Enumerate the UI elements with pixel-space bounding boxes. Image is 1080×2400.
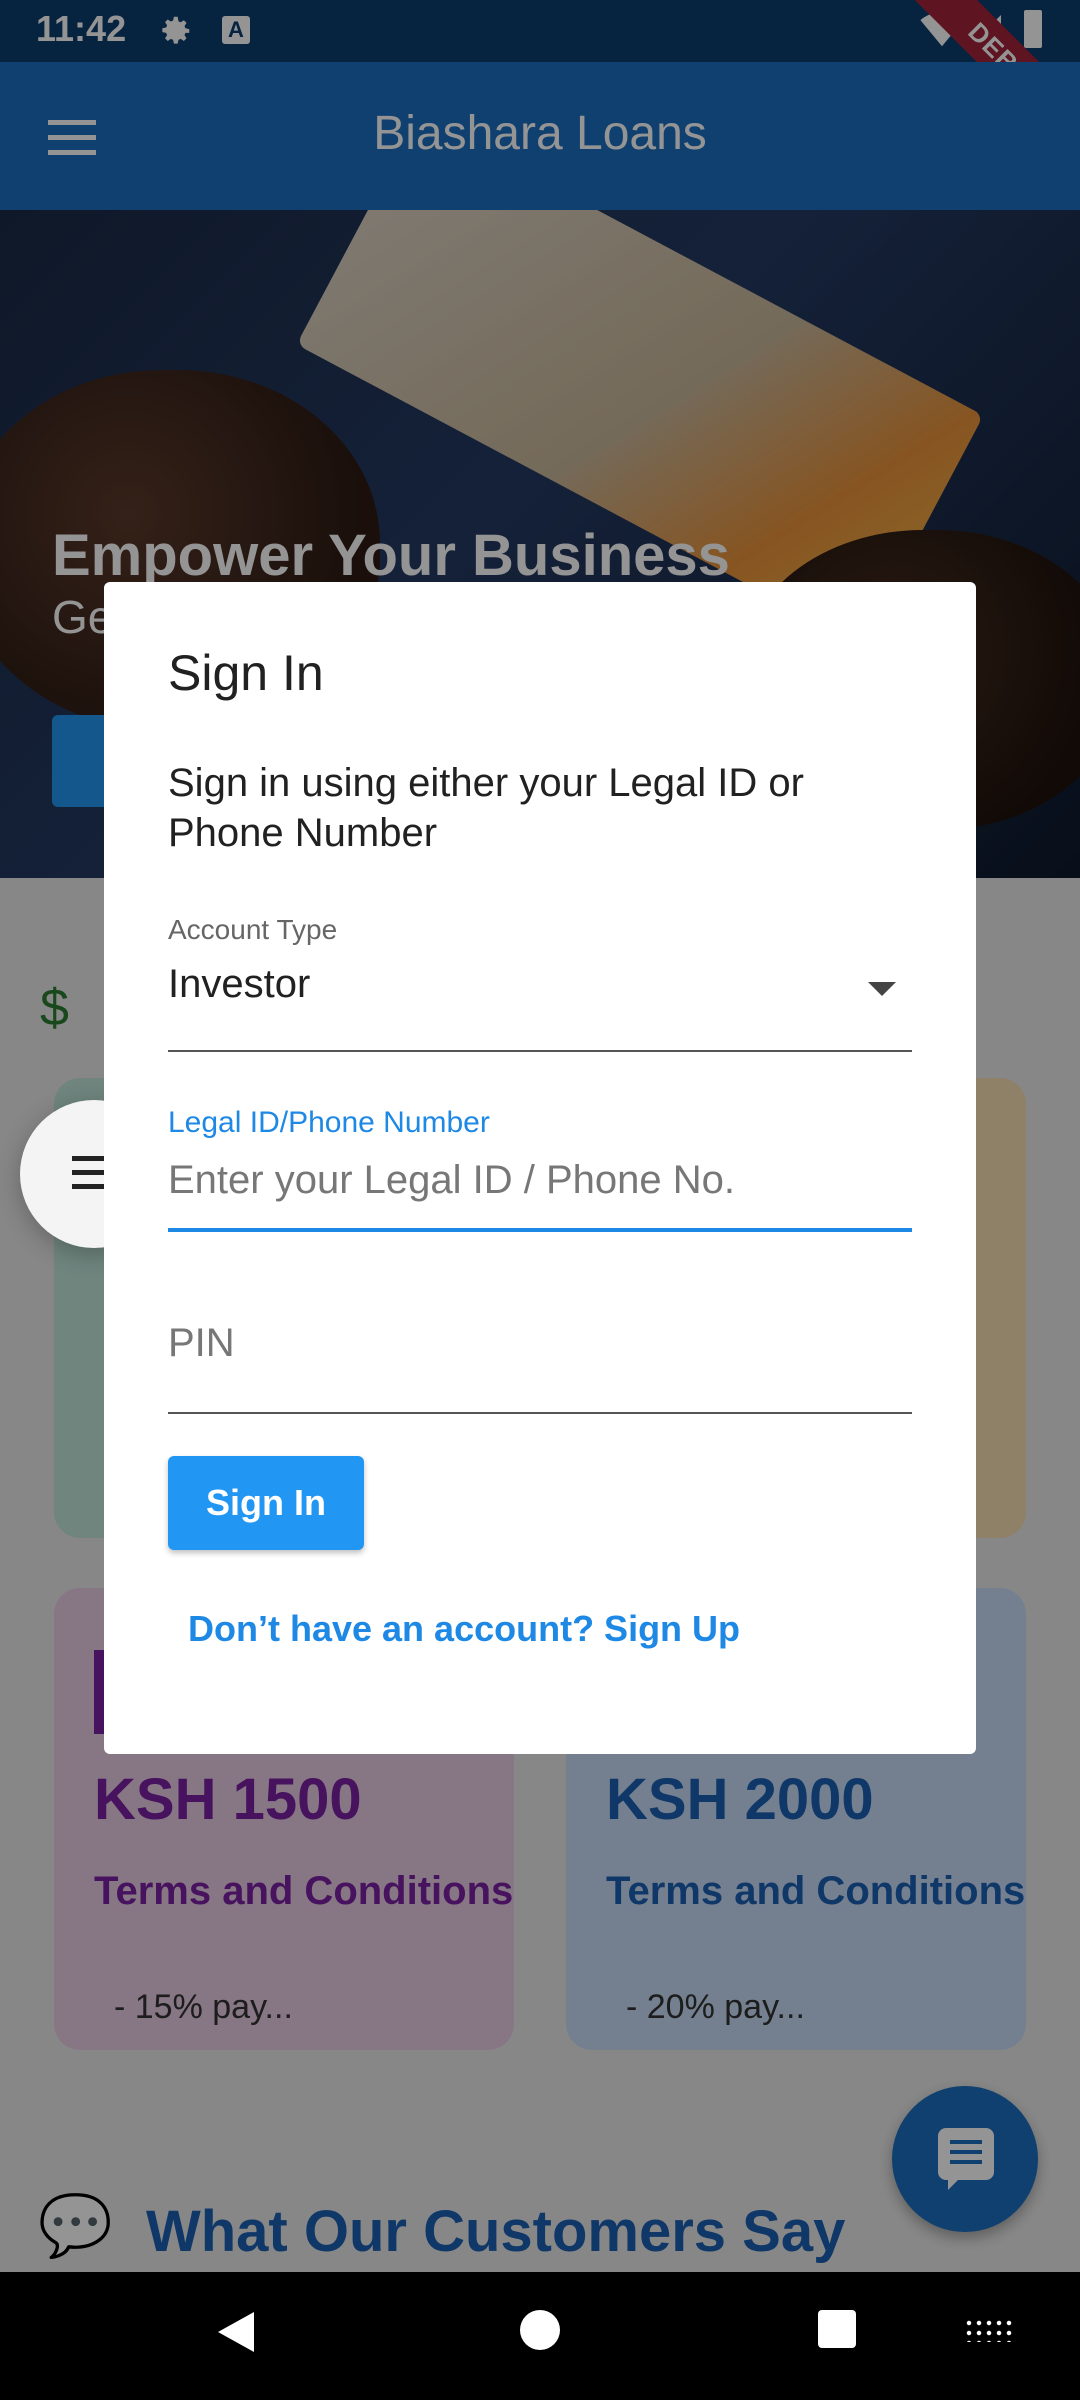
account-type-dropdown[interactable]: Investor (168, 952, 912, 1042)
legal-id-input[interactable] (168, 1150, 912, 1210)
sign-in-dialog: Sign In Sign in using either your Legal … (104, 582, 976, 1754)
pin-underline (168, 1412, 912, 1414)
dialog-description: Sign in using either your Legal ID or Ph… (168, 761, 804, 855)
legal-id-underline (168, 1228, 912, 1232)
home-icon[interactable] (520, 2310, 560, 2350)
account-type-label: Account Type (168, 914, 338, 945)
legal-id-label: Legal ID/Phone Number (168, 1106, 490, 1139)
keyboard-icon[interactable] (964, 2318, 1016, 2342)
pin-input[interactable] (168, 1308, 912, 1378)
dropdown-underline (168, 1050, 912, 1052)
back-icon[interactable] (218, 2312, 254, 2352)
account-type-value: Investor (168, 962, 311, 1006)
dialog-title: Sign In (168, 645, 324, 701)
recents-icon[interactable] (818, 2310, 856, 2348)
sign-up-link[interactable]: Don’t have an account? Sign Up (188, 1608, 740, 1650)
chevron-down-icon (868, 982, 896, 996)
sign-in-button[interactable]: Sign In (168, 1456, 364, 1550)
system-nav-bar (0, 2272, 1080, 2400)
